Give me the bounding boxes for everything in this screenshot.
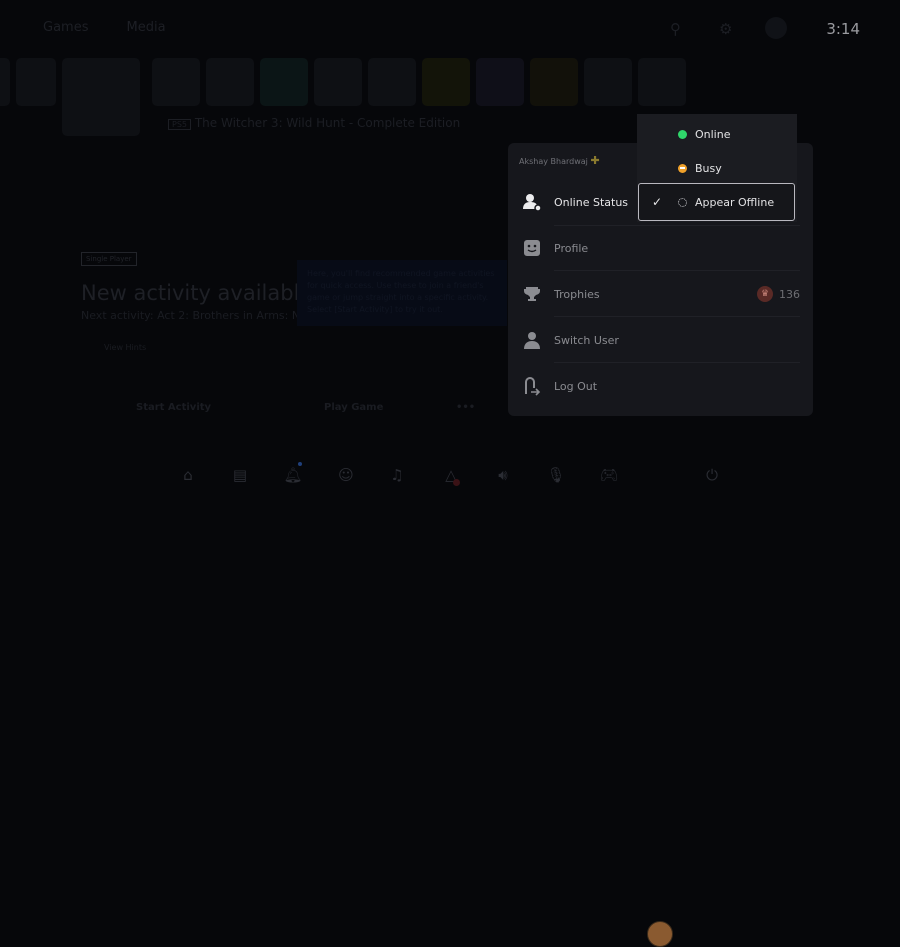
menu-item-switch-user[interactable]: Switch User xyxy=(520,317,800,363)
game-tile[interactable] xyxy=(476,58,524,106)
game-tile[interactable] xyxy=(260,58,308,106)
game-tile[interactable] xyxy=(584,58,632,106)
game-tile[interactable] xyxy=(368,58,416,106)
search-icon[interactable]: ⚲ xyxy=(670,20,686,38)
game-tile[interactable] xyxy=(206,58,254,106)
more-button[interactable]: ••• xyxy=(456,402,475,413)
game-tile[interactable] xyxy=(530,58,578,106)
game-base-icon[interactable]: ▤ xyxy=(229,464,251,486)
view-hints-button[interactable]: View Hints xyxy=(104,343,146,352)
menu-item-trophies[interactable]: Trophies ♛ 136 xyxy=(520,271,800,317)
game-tile[interactable] xyxy=(0,58,10,106)
avatar-icon[interactable] xyxy=(765,17,787,39)
busy-dot-icon xyxy=(678,163,687,173)
notifications-icon[interactable]: 🔔︎ xyxy=(282,462,304,486)
menu-item-label: Log Out xyxy=(554,379,598,393)
play-game-button[interactable]: Play Game xyxy=(324,402,383,413)
menu-item-log-out[interactable]: Log Out xyxy=(520,363,800,409)
menu-item-label: Online Status xyxy=(554,195,629,209)
trophy-level-icon: ♛ xyxy=(757,286,773,302)
tab-media[interactable]: Media xyxy=(126,20,165,35)
game-tile[interactable] xyxy=(638,58,686,106)
online-dot-icon xyxy=(678,129,687,139)
game-title: PS5 The Witcher 3: Wild Hunt - Complete … xyxy=(168,116,460,130)
controller-icon[interactable]: 🎮︎ xyxy=(598,464,620,486)
status-label: Busy xyxy=(695,161,722,175)
start-activity-button[interactable]: Start Activity xyxy=(136,402,211,413)
checkmark-icon: ✓ xyxy=(652,195,663,209)
trophy-count: 136 xyxy=(779,287,800,301)
online-status-menu: Online Busy ✓ Appear Offline xyxy=(637,114,797,222)
menu-item-label: Trophies xyxy=(554,287,600,301)
sound-icon[interactable]: 🔊︎ xyxy=(492,464,514,486)
top-nav: Games Media xyxy=(43,20,166,35)
mic-muted-icon[interactable]: 🎙︎ xyxy=(545,464,567,486)
user-name-text: Akshay Bhardwaj xyxy=(519,157,588,166)
activity-headline: New activity available xyxy=(81,281,313,305)
status-option-busy[interactable]: Busy xyxy=(637,151,797,185)
game-base-friends-icon[interactable]: ☺ xyxy=(335,464,357,486)
trophy-level: ♛ 136 xyxy=(757,286,800,302)
game-tile[interactable] xyxy=(16,58,56,106)
game-title-text: The Witcher 3: Wild Hunt - Complete Edit… xyxy=(194,116,461,130)
menu-item-label: Profile xyxy=(554,241,589,255)
game-library-icon[interactable] xyxy=(692,58,740,106)
logout-icon xyxy=(520,374,544,398)
menu-item-profile[interactable]: Profile xyxy=(520,225,800,271)
avatar[interactable] xyxy=(647,921,673,947)
status-label: Online xyxy=(695,127,731,141)
game-tile[interactable] xyxy=(314,58,362,106)
status-option-online[interactable]: Online xyxy=(637,117,797,151)
accessibility-icon[interactable]: △ xyxy=(440,464,462,486)
profile-face-icon xyxy=(520,236,544,260)
ps-plus-icon: ✚ xyxy=(590,154,600,167)
user-name: Akshay Bhardwaj ✚ xyxy=(519,154,600,167)
game-tile[interactable] xyxy=(152,58,200,106)
single-player-badge: Single Player xyxy=(81,252,137,266)
game-tile[interactable] xyxy=(422,58,470,106)
tab-games[interactable]: Games xyxy=(43,20,88,35)
online-status-icon xyxy=(520,190,544,214)
clock: 3:14 xyxy=(826,20,860,38)
status-option-appear-offline[interactable]: ✓ Appear Offline xyxy=(638,183,795,221)
control-center-bar: ⌂ ▤ 🔔︎ ☺ ♫ △ 🔊︎ 🎙︎ 🎮︎ ⏻ xyxy=(0,460,900,947)
trophy-icon xyxy=(520,282,544,306)
tooltip: Here, you'll find recommended game activ… xyxy=(297,260,507,326)
user-icon xyxy=(520,328,544,352)
gear-icon[interactable]: ⚙ xyxy=(719,20,735,38)
game-tile-selected[interactable] xyxy=(62,58,140,136)
power-icon[interactable]: ⏻ xyxy=(701,464,723,486)
menu-item-label: Switch User xyxy=(554,333,619,347)
status-label: Appear Offline xyxy=(695,195,775,209)
platform-badge: PS5 xyxy=(168,119,191,130)
home-icon[interactable]: ⌂ xyxy=(177,464,199,486)
music-icon[interactable]: ♫ xyxy=(386,464,408,486)
offline-dot-icon xyxy=(678,197,687,207)
